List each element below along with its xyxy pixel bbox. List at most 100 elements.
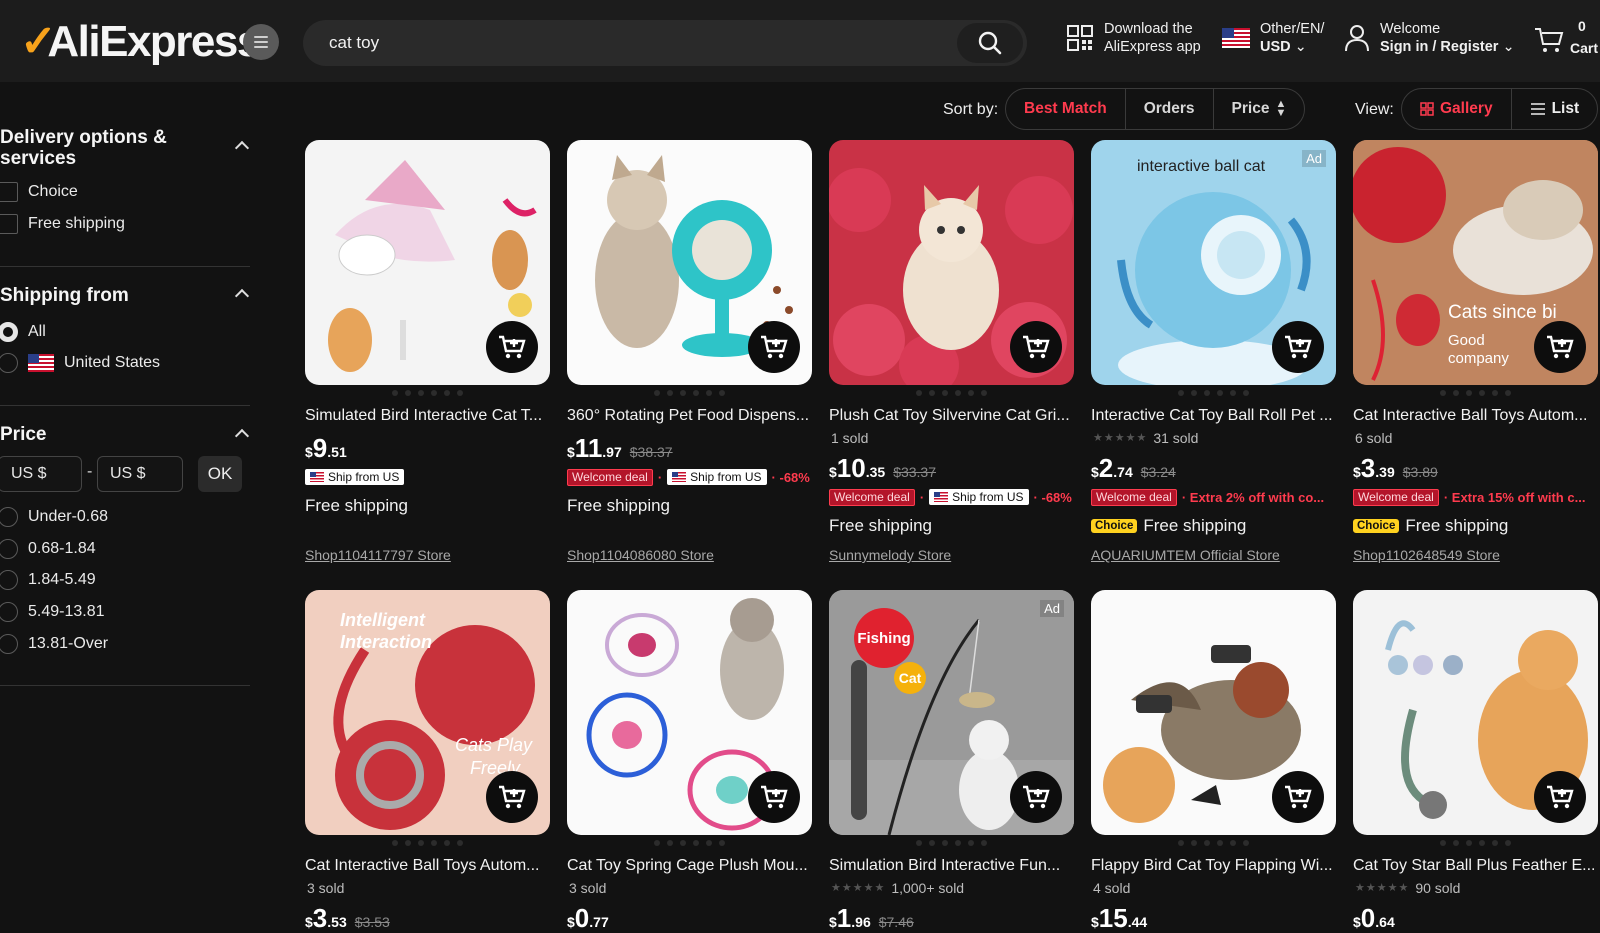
filter-free-shipping[interactable]: Free shipping	[0, 214, 125, 234]
product-image[interactable]: Fishing Cat Ad	[829, 590, 1074, 835]
add-to-cart-button[interactable]	[1534, 321, 1586, 373]
image-carousel-dots[interactable]	[1091, 385, 1336, 401]
chevron-up-icon[interactable]	[234, 428, 250, 444]
ad-badge: Ad	[1302, 150, 1326, 167]
product-image[interactable]	[567, 590, 812, 835]
download-app-link[interactable]: Download the AliExpress app	[1066, 20, 1201, 56]
locale-currency-selector[interactable]: Other/EN/USD ⌄	[1222, 20, 1324, 56]
add-to-cart-button[interactable]	[1272, 771, 1324, 823]
store-link[interactable]: Shop1104086080 Store	[567, 547, 714, 563]
add-to-cart-button[interactable]	[486, 771, 538, 823]
ship-from-all[interactable]: All	[0, 322, 46, 342]
radio[interactable]	[0, 353, 18, 373]
price-range-0[interactable]: Under-0.68	[0, 507, 108, 527]
sort-orders[interactable]: Orders	[1126, 89, 1214, 129]
account-menu[interactable]: Welcome Sign in / Register ⌄	[1344, 20, 1515, 56]
image-carousel-dots[interactable]	[567, 385, 812, 401]
image-carousel-dots[interactable]	[567, 835, 812, 851]
product-image[interactable]	[305, 140, 550, 385]
image-carousel-dots[interactable]	[1091, 835, 1336, 851]
add-to-cart-button[interactable]	[1010, 321, 1062, 373]
product-image[interactable]	[1091, 590, 1336, 835]
add-to-cart-button[interactable]	[1272, 321, 1324, 373]
aliexpress-logo[interactable]: ✓AliExpress	[20, 16, 261, 67]
add-to-cart-button[interactable]	[748, 771, 800, 823]
radio[interactable]	[0, 634, 18, 654]
product-title[interactable]: Flappy Bird Cat Toy Flapping Wi...	[1091, 855, 1336, 877]
add-to-cart-button[interactable]	[748, 321, 800, 373]
chevron-up-icon[interactable]	[234, 288, 250, 304]
list-icon	[1530, 103, 1545, 115]
checkbox[interactable]	[0, 214, 18, 234]
radio-selected[interactable]	[0, 322, 18, 342]
cart-icon[interactable]	[1534, 26, 1564, 54]
delivery-options-title[interactable]: Delivery options & services	[0, 127, 167, 169]
price-range-2[interactable]: 1.84-5.49	[0, 570, 96, 590]
price-range-3[interactable]: 5.49-13.81	[0, 602, 105, 622]
image-carousel-dots[interactable]	[305, 835, 550, 851]
store-link[interactable]: AQUARIUMTEM Official Store	[1091, 547, 1280, 563]
price-range-1[interactable]: 0.68-1.84	[0, 539, 96, 559]
product-card[interactable]: Cat Toy Star Ball Plus Feather E... ★★★★…	[1353, 590, 1598, 933]
product-image[interactable]	[567, 140, 812, 385]
signin-link[interactable]: Sign in / Register	[1380, 39, 1498, 55]
product-title[interactable]: Simulation Bird Interactive Fun...	[829, 855, 1074, 877]
product-image[interactable]	[1353, 590, 1598, 835]
product-card[interactable]: Cat Toy Spring Cage Plush Mou... 3 sold …	[567, 590, 812, 933]
product-title[interactable]: Interactive Cat Toy Ball Roll Pet ...	[1091, 405, 1336, 427]
image-carousel-dots[interactable]	[1353, 385, 1598, 401]
cart-label[interactable]: Cart	[1570, 40, 1598, 56]
sort-best-match[interactable]: Best Match	[1006, 89, 1126, 129]
product-card[interactable]: Fishing Cat Ad Simulation Bird Interacti…	[829, 590, 1074, 933]
product-card[interactable]: Flappy Bird Cat Toy Flapping Wi... 4 sol…	[1091, 590, 1336, 933]
image-carousel-dots[interactable]	[829, 835, 1074, 851]
shipping-from-title[interactable]: Shipping from	[0, 285, 129, 306]
filter-choice[interactable]: Choice	[0, 182, 78, 202]
product-card[interactable]: Intelligent Interaction Cats Play Freely…	[305, 590, 550, 933]
product-title[interactable]: Cat Interactive Ball Toys Autom...	[1353, 405, 1598, 427]
search-button[interactable]	[957, 23, 1023, 63]
price-ok-button[interactable]: OK	[198, 456, 242, 492]
price-max-input[interactable]: US $	[97, 456, 183, 492]
image-carousel-dots[interactable]	[1353, 835, 1598, 851]
search-input[interactable]	[329, 20, 929, 66]
product-title[interactable]: 360° Rotating Pet Food Dispens...	[567, 405, 812, 427]
chevron-up-icon[interactable]	[234, 140, 250, 156]
store-link[interactable]: Sunnymelody Store	[829, 547, 951, 563]
add-to-cart-button[interactable]	[1010, 771, 1062, 823]
product-card[interactable]: Simulated Bird Interactive Cat T... $9.5…	[305, 140, 550, 516]
view-list[interactable]: List	[1512, 89, 1598, 129]
price-range-4[interactable]: 13.81-Over	[0, 634, 108, 654]
image-carousel-dots[interactable]	[305, 385, 550, 401]
product-title[interactable]: Simulated Bird Interactive Cat T...	[305, 405, 550, 427]
product-card[interactable]: Cats since bi Good company Cat Interacti…	[1353, 140, 1598, 536]
product-image[interactable]	[829, 140, 1074, 385]
product-card[interactable]: 360° Rotating Pet Food Dispens... $11.97…	[567, 140, 812, 516]
radio[interactable]	[0, 507, 18, 527]
product-title[interactable]: Cat Toy Star Ball Plus Feather E...	[1353, 855, 1598, 877]
product-title[interactable]: Plush Cat Toy Silvervine Cat Gri...	[829, 405, 1074, 427]
radio[interactable]	[0, 539, 18, 559]
view-gallery[interactable]: Gallery	[1402, 89, 1512, 129]
sort-price[interactable]: Price ▲ ▼	[1214, 89, 1305, 129]
product-image[interactable]: Cats since bi Good company	[1353, 140, 1598, 385]
store-link[interactable]: Shop1102648549 Store	[1353, 547, 1500, 563]
radio[interactable]	[0, 570, 18, 590]
checkbox[interactable]	[0, 182, 18, 202]
price-title[interactable]: Price	[0, 424, 46, 445]
product-card[interactable]: interactive ball cat Ad Interactive Cat …	[1091, 140, 1336, 536]
product-image[interactable]: interactive ball cat Ad	[1091, 140, 1336, 385]
add-to-cart-button[interactable]	[486, 321, 538, 373]
radio[interactable]	[0, 602, 18, 622]
image-carousel-dots[interactable]	[829, 385, 1074, 401]
star-rating: ★★★★★	[1093, 432, 1148, 444]
add-to-cart-button[interactable]	[1534, 771, 1586, 823]
product-title[interactable]: Cat Toy Spring Cage Plush Mou...	[567, 855, 812, 877]
product-title[interactable]: Cat Interactive Ball Toys Autom...	[305, 855, 550, 877]
product-image[interactable]: Intelligent Interaction Cats Play Freely	[305, 590, 550, 835]
store-link[interactable]: Shop1104117797 Store	[305, 547, 451, 563]
ship-from-us[interactable]: United States	[0, 353, 160, 373]
price-min-input[interactable]: US $	[0, 456, 82, 492]
product-card[interactable]: Plush Cat Toy Silvervine Cat Gri... 1 so…	[829, 140, 1074, 536]
categories-menu-button[interactable]	[243, 24, 279, 60]
